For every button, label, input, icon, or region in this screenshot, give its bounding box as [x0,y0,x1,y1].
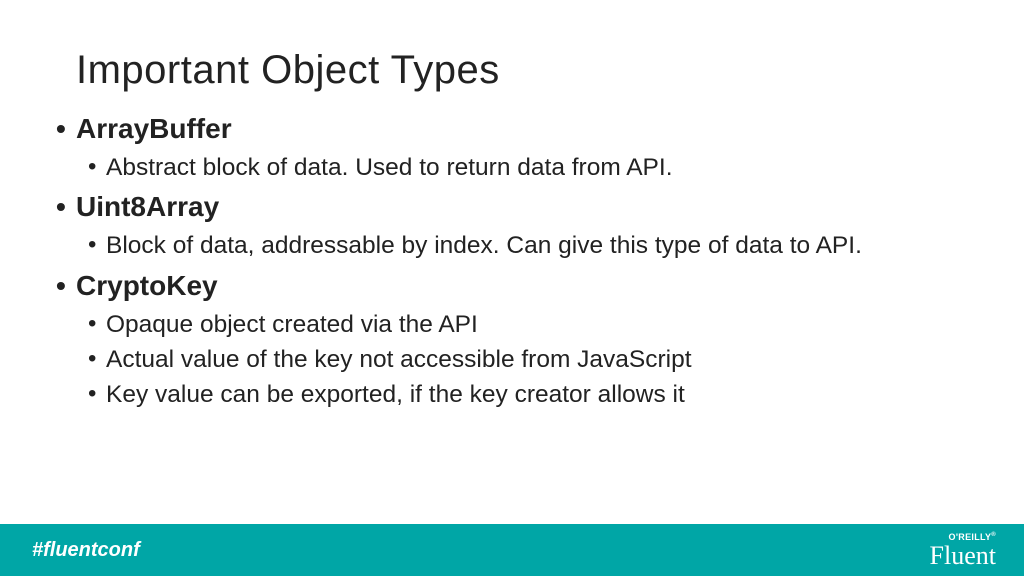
sub-item: Opaque object created via the API [106,309,954,340]
sub-item: Actual value of the key not accessible f… [106,344,954,375]
item-heading: Uint8Array [76,189,954,224]
sub-item: Block of data, addressable by index. Can… [106,230,954,261]
item-heading: ArrayBuffer [76,111,954,146]
registered-icon: ® [991,532,996,538]
slide-title: Important Object Types [76,48,954,93]
list-item: CryptoKey Opaque object created via the … [76,268,954,411]
sub-item: Abstract block of data. Used to return d… [106,152,954,183]
list-item: ArrayBuffer Abstract block of data. Used… [76,111,954,183]
slide-content: Important Object Types ArrayBuffer Abstr… [0,0,1024,524]
sub-list: Abstract block of data. Used to return d… [76,152,954,183]
item-heading: CryptoKey [76,268,954,303]
slide: Important Object Types ArrayBuffer Abstr… [0,0,1024,576]
outline-list: ArrayBuffer Abstract block of data. Used… [76,111,954,411]
hashtag-label: #fluentconf [32,539,140,562]
sub-list: Opaque object created via the API Actual… [76,309,954,411]
fluent-logo: Fluent [930,544,996,567]
footer-bar: #fluentconf O'REILLY® Fluent [0,524,1024,576]
brand-block: O'REILLY® Fluent [930,532,996,567]
sub-item: Key value can be exported, if the key cr… [106,379,954,410]
sub-list: Block of data, addressable by index. Can… [76,230,954,261]
list-item: Uint8Array Block of data, addressable by… [76,189,954,261]
